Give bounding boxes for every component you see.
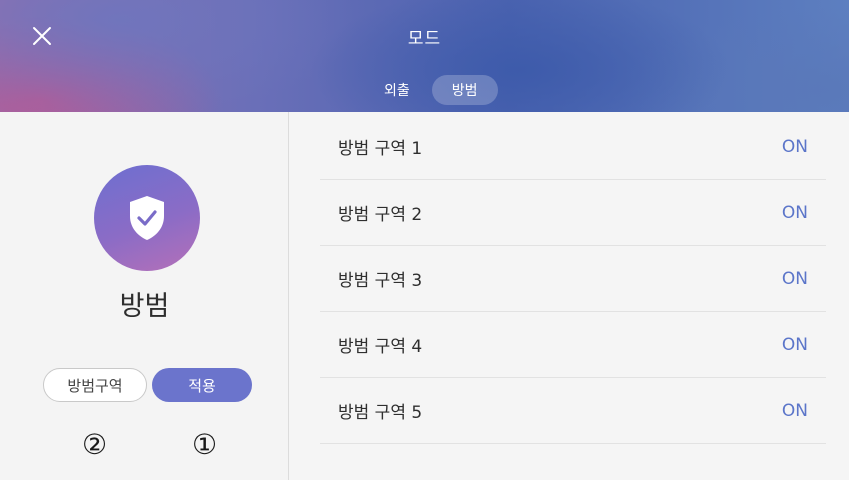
- zone-list: 방범 구역 1 ON 방범 구역 2 ON 방범 구역 3 ON 방범 구역 4…: [290, 112, 849, 480]
- annotation-marker-2: ②: [82, 428, 108, 461]
- zone-row-2[interactable]: 방범 구역 2 ON: [320, 180, 826, 246]
- close-button[interactable]: [24, 18, 60, 54]
- tab-outing[interactable]: 외출: [374, 75, 420, 105]
- mode-icon-circle: [94, 165, 200, 271]
- zone-status[interactable]: ON: [782, 137, 826, 157]
- zone-row-1[interactable]: 방범 구역 1 ON: [320, 114, 826, 180]
- zone-label: 방범 구역 2: [338, 205, 423, 225]
- mode-tabs: 외출 방범: [374, 75, 498, 105]
- zone-row-4[interactable]: 방범 구역 4 ON: [320, 312, 826, 378]
- security-zone-button[interactable]: 방범구역: [43, 368, 147, 402]
- zone-label: 방범 구역 4: [338, 337, 423, 357]
- zone-label: 방범 구역 5: [338, 403, 423, 423]
- mode-name: 방범: [119, 291, 170, 322]
- tab-security[interactable]: 방범: [431, 75, 498, 105]
- mode-summary-panel: 방범 방범구역 적용 ② ①: [0, 112, 289, 480]
- close-icon: [33, 27, 51, 45]
- shield-check-icon: [130, 196, 164, 240]
- zone-row-3[interactable]: 방범 구역 3 ON: [320, 246, 826, 312]
- apply-button[interactable]: 적용: [152, 368, 252, 402]
- header-bar: 모드 외출 방범: [0, 0, 849, 112]
- zone-status[interactable]: ON: [782, 335, 826, 355]
- zone-label: 방범 구역 1: [338, 139, 423, 159]
- zone-status[interactable]: ON: [782, 401, 826, 421]
- zone-row-5[interactable]: 방범 구역 5 ON: [320, 378, 826, 444]
- page-title: 모드: [407, 29, 442, 49]
- zone-status[interactable]: ON: [782, 203, 826, 223]
- zone-label: 방범 구역 3: [338, 271, 423, 291]
- annotation-marker-1: ①: [192, 428, 218, 461]
- zone-status[interactable]: ON: [782, 269, 826, 289]
